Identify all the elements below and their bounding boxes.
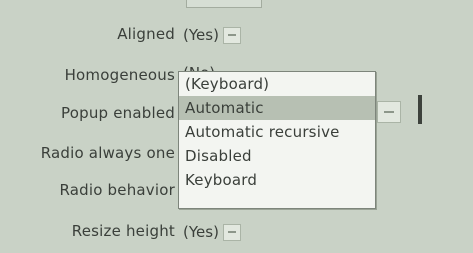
option-menu-indicator-icon[interactable]: [377, 101, 401, 123]
label-radio-always-one: Radio always one: [40, 144, 175, 162]
resize-height-value: (Yes): [183, 223, 219, 241]
popup-menu: (Keyboard) Automatic Automatic recursive…: [178, 71, 376, 209]
label-resize-height: Resize height: [71, 222, 175, 240]
menu-item-keyboard[interactable]: Keyboard: [179, 168, 375, 192]
resize-height-option-menu[interactable]: (Yes): [183, 221, 241, 243]
menu-item-keyboard-default[interactable]: (Keyboard): [179, 72, 375, 96]
label-aligned: Aligned: [117, 25, 175, 43]
option-menu-indicator-icon: [222, 223, 241, 241]
menu-item-automatic[interactable]: Automatic: [179, 96, 375, 120]
menu-item-disabled[interactable]: Disabled: [179, 144, 375, 168]
label-radio-behavior: Radio behavior: [59, 181, 175, 199]
aligned-option-menu[interactable]: (Yes): [183, 24, 241, 46]
label-homogeneous: Homogeneous: [64, 66, 175, 84]
menu-item-automatic-recursive[interactable]: Automatic recursive: [179, 120, 375, 144]
option-menu-indicator-icon: [222, 26, 241, 44]
label-popup-enabled: Popup enabled: [61, 104, 175, 122]
resize-handle[interactable]: [418, 95, 422, 124]
previous-field-edge: [186, 0, 262, 8]
aligned-value: (Yes): [183, 26, 219, 44]
